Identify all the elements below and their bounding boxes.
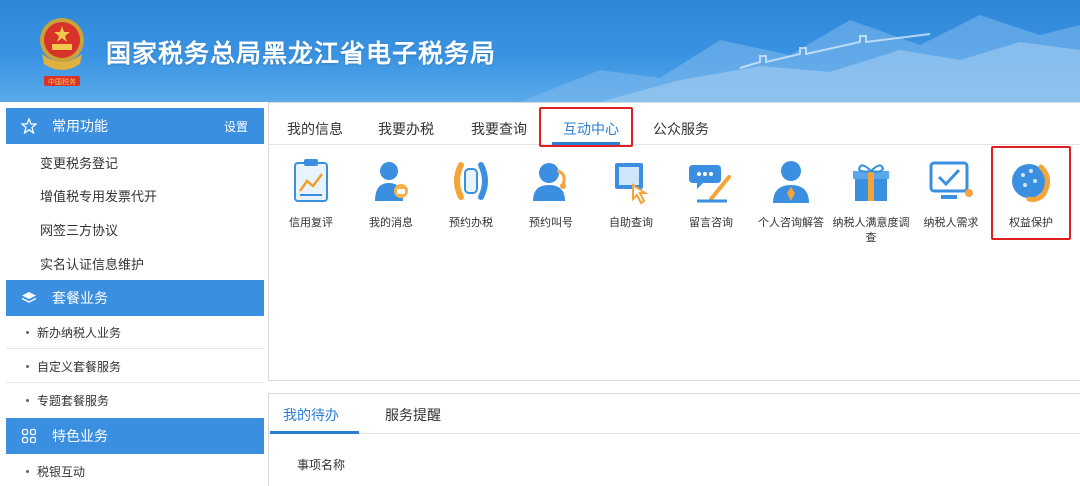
func-label: 预约叫号 bbox=[529, 216, 573, 229]
todo-panel: 我的待办 服务提醒 事项名称 bbox=[268, 393, 1080, 486]
my-message-icon bbox=[375, 162, 408, 201]
page-header: 中国税务 国家税务总局黑龙江省电子税务局 bbox=[0, 0, 1080, 102]
main-tabs: 我的信息 我要办税 我要查询 互动中心 公众服务 bbox=[269, 103, 1080, 147]
credit-review-icon bbox=[294, 159, 328, 202]
personal-consult-icon bbox=[773, 161, 809, 203]
column-header-item-name: 事项名称 bbox=[297, 458, 346, 472]
tab-my-todo[interactable]: 我的待办 bbox=[283, 405, 339, 425]
tab-query[interactable]: 我要查询 bbox=[471, 119, 527, 139]
sidebar-item-realname-auth[interactable]: 实名认证信息维护 bbox=[40, 254, 144, 273]
star-icon bbox=[20, 117, 38, 135]
settings-link[interactable]: 设置 bbox=[224, 118, 248, 135]
sidebar-section-label: 特色业务 bbox=[52, 429, 108, 445]
func-label: 纳税人满意度调查 bbox=[832, 216, 910, 244]
sidebar-item-label: 新办纳税人业务 bbox=[37, 325, 122, 340]
sidebar-item-label: 专题套餐服务 bbox=[37, 394, 110, 408]
page-title: 国家税务总局黑龙江省电子税务局 bbox=[106, 39, 497, 68]
func-label: 信用复评 bbox=[289, 216, 333, 229]
active-tab-indicator bbox=[270, 431, 359, 434]
svg-text:中国税务: 中国税务 bbox=[48, 77, 76, 86]
sidebar-section-common[interactable]: 常用功能 设置 bbox=[6, 108, 264, 144]
message-consult-icon bbox=[689, 165, 731, 203]
sidebar-section-package[interactable]: 套餐业务 bbox=[6, 280, 264, 316]
func-label: 个人咨询解答 bbox=[758, 216, 824, 229]
func-my-message[interactable]: 我的消息 bbox=[351, 155, 431, 255]
sidebar-item-tax-bank[interactable]: 税银互动 bbox=[6, 455, 264, 486]
func-personal-consult[interactable]: 个人咨询解答 bbox=[751, 155, 831, 255]
sidebar-section-label: 常用功能 bbox=[52, 119, 108, 135]
appointment-call-icon bbox=[533, 163, 566, 201]
layers-icon bbox=[20, 289, 38, 307]
bullet-icon bbox=[26, 399, 29, 402]
sidebar-item-tripartite-agreement[interactable]: 网签三方协议 bbox=[40, 220, 118, 239]
tab-tax-handling[interactable]: 我要办税 bbox=[378, 119, 434, 139]
func-label: 自助查询 bbox=[609, 216, 653, 229]
tab-public-service[interactable]: 公众服务 bbox=[653, 119, 709, 139]
func-label: 我的消息 bbox=[369, 216, 413, 229]
sidebar-item-change-registration[interactable]: 变更税务登记 bbox=[40, 153, 118, 172]
self-query-icon bbox=[615, 163, 649, 205]
func-satisfaction-survey[interactable]: 纳税人满意度调查 bbox=[831, 155, 911, 255]
appointment-tax-icon bbox=[454, 162, 488, 200]
sidebar-item-label: 税银互动 bbox=[37, 465, 86, 479]
sidebar-section-special[interactable]: 特色业务 bbox=[6, 418, 264, 454]
func-taxpayer-demand[interactable]: 纳税人需求 bbox=[911, 155, 991, 255]
tax-emblem-icon: 中国税务 bbox=[40, 18, 84, 86]
satisfaction-survey-icon bbox=[853, 164, 889, 201]
taxpayer-demand-icon bbox=[929, 161, 973, 199]
func-appointment-call[interactable]: 预约叫号 bbox=[511, 155, 591, 255]
func-label: 纳税人需求 bbox=[923, 216, 979, 229]
sidebar-item-new-taxpayer[interactable]: 新办纳税人业务 bbox=[6, 316, 264, 349]
bullet-icon bbox=[26, 330, 29, 334]
bullet-icon bbox=[26, 364, 29, 368]
tab-service-reminder[interactable]: 服务提醒 bbox=[385, 405, 441, 425]
func-label: 预约办税 bbox=[449, 216, 493, 229]
grid-icon bbox=[20, 427, 38, 445]
func-message-consult[interactable]: 留言咨询 bbox=[671, 155, 751, 255]
sidebar-item-vat-invoice[interactable]: 增值税专用发票代开 bbox=[40, 186, 157, 205]
sidebar-section-label: 套餐业务 bbox=[52, 291, 108, 307]
function-panel: 我的信息 我要办税 我要查询 互动中心 公众服务 信用复评 我的消息 预约办税 … bbox=[268, 102, 1080, 381]
func-self-query[interactable]: 自助查询 bbox=[591, 155, 671, 255]
func-appointment-tax[interactable]: 预约办税 bbox=[431, 155, 511, 255]
func-credit-review[interactable]: 信用复评 bbox=[271, 155, 351, 255]
todo-tabs: 我的待办 服务提醒 bbox=[269, 394, 1080, 434]
bullet-icon bbox=[26, 470, 29, 473]
sidebar-item-topic-package[interactable]: 专题套餐服务 bbox=[6, 384, 264, 417]
sidebar-item-label: 自定义套餐服务 bbox=[37, 359, 122, 374]
sidebar-item-custom-package[interactable]: 自定义套餐服务 bbox=[6, 350, 264, 383]
tab-my-info[interactable]: 我的信息 bbox=[287, 119, 343, 139]
sidebar: 常用功能 设置 变更税务登记 增值税专用发票代开 网签三方协议 实名认证信息维护… bbox=[0, 102, 264, 486]
tab-highlight-box bbox=[539, 107, 633, 147]
func-label: 留言咨询 bbox=[689, 216, 733, 229]
func-highlight-box bbox=[991, 146, 1071, 240]
